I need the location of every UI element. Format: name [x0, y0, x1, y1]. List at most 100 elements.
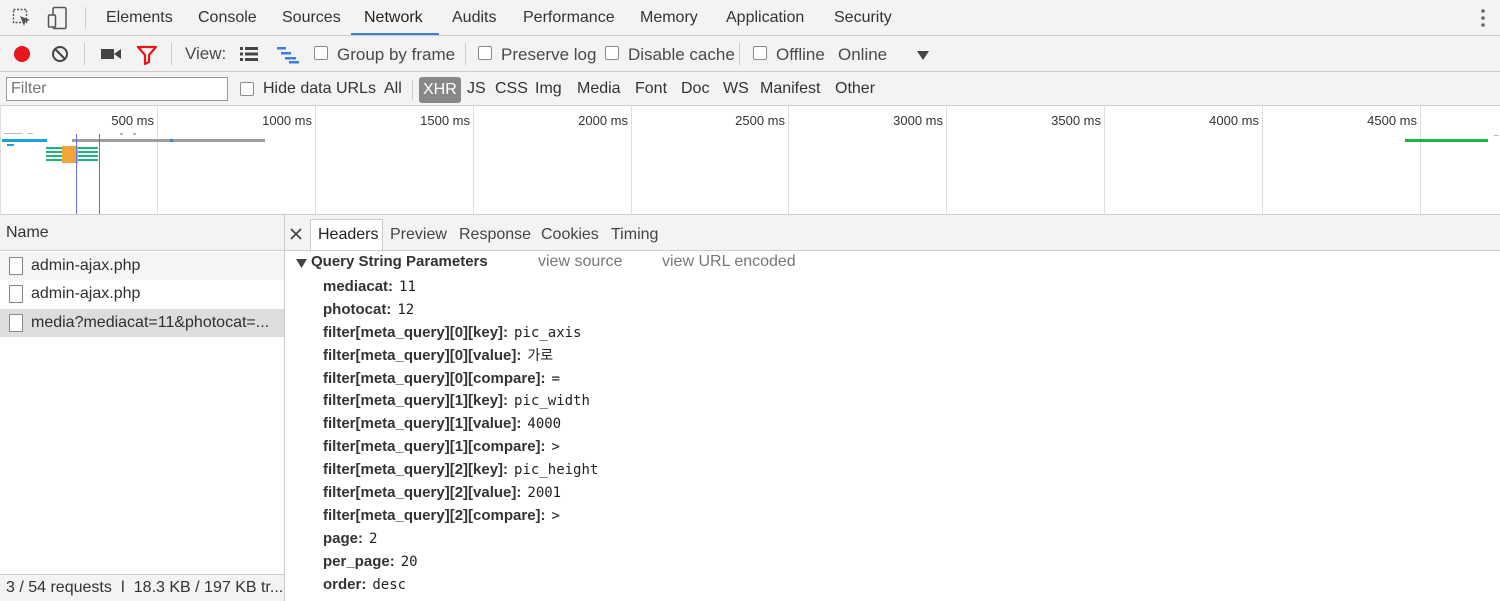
query-param: filter[meta_query][2][compare]: >	[323, 505, 560, 527]
timeline-bar	[72, 139, 265, 142]
inspect-element-icon[interactable]	[12, 8, 32, 28]
tab-preview[interactable]: Preview	[390, 218, 447, 252]
query-param: filter[meta_query][1][value]: 4000	[323, 413, 561, 435]
tab-console[interactable]: Console	[198, 0, 257, 35]
name-column-label: Name	[6, 224, 49, 241]
timeline-gridline	[0, 106, 1, 214]
timeline-bar	[28, 133, 33, 134]
timeline-bar	[120, 133, 123, 135]
param-value: >	[551, 439, 560, 455]
status-bar: 3 / 54 requests ǀ 18.3 KB / 197 KB tr...	[0, 575, 284, 601]
filter-type-media[interactable]: Media	[577, 72, 621, 106]
param-value: pic_width	[514, 393, 590, 409]
query-param: mediacat: 11	[323, 276, 416, 298]
filter-type-js[interactable]: JS	[467, 72, 486, 106]
device-toolbar-icon[interactable]	[47, 6, 69, 30]
tab-response[interactable]: Response	[459, 218, 531, 252]
filter-type-font[interactable]: Font	[635, 72, 667, 106]
request-name: media?mediacat=11&photocat=...	[31, 314, 270, 331]
timeline-bar	[1405, 139, 1488, 142]
tab-security[interactable]: Security	[834, 0, 892, 35]
filter-type-doc[interactable]: Doc	[681, 72, 709, 106]
timeline-gridline	[1262, 106, 1263, 214]
offline-checkbox[interactable]	[753, 46, 767, 60]
large-rows-icon[interactable]	[239, 46, 259, 62]
timeline-bar	[133, 133, 136, 135]
record-icon[interactable]	[12, 44, 32, 64]
tab-sources[interactable]: Sources	[282, 0, 341, 35]
tab-cookies[interactable]: Cookies	[541, 218, 599, 252]
param-value: 2	[369, 531, 378, 547]
filter-type-manifest[interactable]: Manifest	[760, 72, 820, 106]
view-url-encoded-link[interactable]: view URL encoded	[662, 252, 796, 272]
timeline-tick: 3500 ms	[1051, 113, 1101, 128]
dom-content-loaded-marker	[76, 134, 77, 214]
query-param: filter[meta_query][1][key]: pic_width	[323, 390, 590, 412]
group-by-frame-label[interactable]: Group by frame	[337, 45, 455, 65]
preserve-log-label[interactable]: Preserve log	[501, 45, 596, 65]
filter-type-xhr[interactable]: XHR	[419, 77, 461, 103]
param-key: filter[meta_query][2][compare]:	[323, 507, 546, 524]
filter-type-css[interactable]: CSS	[495, 72, 528, 106]
name-column-header[interactable]: Name	[0, 215, 284, 250]
tab-headers[interactable]: Headers	[318, 218, 378, 252]
query-param: filter[meta_query][2][value]: 2001	[323, 482, 561, 504]
close-icon[interactable]	[290, 227, 302, 240]
separator	[465, 43, 466, 65]
tab-application[interactable]: Application	[726, 0, 804, 35]
request-row[interactable]: admin-ajax.php	[0, 252, 284, 280]
tab-elements[interactable]: Elements	[106, 0, 173, 35]
param-value: 가로	[527, 348, 554, 364]
view-source-link[interactable]: view source	[538, 252, 622, 272]
collapse-triangle-icon[interactable]	[296, 256, 307, 268]
timeline-gridline	[473, 106, 474, 214]
section-title[interactable]: Query String Parameters	[311, 252, 488, 272]
query-param: per_page: 20	[323, 551, 418, 573]
param-value: 2001	[527, 485, 562, 501]
clear-icon[interactable]	[51, 45, 69, 63]
param-value: >	[551, 508, 560, 524]
chevron-down-icon[interactable]	[917, 48, 929, 60]
filter-icon[interactable]	[136, 45, 158, 66]
more-options-icon[interactable]	[1479, 7, 1487, 29]
filter-input[interactable]	[6, 77, 228, 101]
pane-splitter[interactable]	[284, 215, 285, 601]
filter-type-other[interactable]: Other	[835, 72, 875, 106]
param-key: filter[meta_query][1][compare]:	[323, 438, 546, 455]
param-key: filter[meta_query][0][value]:	[323, 347, 522, 364]
param-key: order:	[323, 576, 367, 593]
param-value: desc	[372, 577, 407, 593]
request-name: admin-ajax.php	[31, 285, 141, 302]
tab-performance[interactable]: Performance	[523, 0, 615, 35]
timeline-tick: 500 ms	[111, 113, 154, 128]
request-summary: 3 / 54 requests ǀ 18.3 KB / 197 KB tr...	[6, 579, 284, 596]
query-param: filter[meta_query][0][key]: pic_axis	[323, 322, 581, 344]
timeline-gridline	[157, 106, 158, 214]
request-row[interactable]: admin-ajax.php	[0, 280, 284, 308]
filter-type-img[interactable]: Img	[535, 72, 562, 106]
tab-memory[interactable]: Memory	[640, 0, 698, 35]
request-row-selected[interactable]: media?mediacat=11&photocat=...	[0, 309, 284, 337]
separator	[85, 7, 86, 29]
preserve-log-checkbox[interactable]	[478, 46, 492, 60]
separator	[84, 43, 85, 65]
overview-waterfall-icon[interactable]	[276, 46, 300, 64]
hide-data-urls-label[interactable]: Hide data URLs	[263, 72, 376, 106]
timeline-bar	[4, 133, 22, 134]
timeline-gridline	[788, 106, 789, 214]
tab-network[interactable]: Network	[364, 0, 423, 35]
divider	[285, 250, 1500, 251]
capture-screenshots-icon[interactable]	[100, 46, 122, 62]
filter-type-all[interactable]: All	[384, 72, 402, 106]
param-key: filter[meta_query][2][value]:	[323, 484, 522, 501]
offline-label[interactable]: Offline	[776, 45, 825, 65]
group-by-frame-checkbox[interactable]	[314, 46, 328, 60]
disable-cache-label[interactable]: Disable cache	[628, 45, 735, 65]
tab-audits[interactable]: Audits	[452, 0, 496, 35]
filter-type-ws[interactable]: WS	[723, 72, 749, 106]
hide-data-urls-checkbox[interactable]	[240, 82, 254, 96]
throttling-select[interactable]: Online	[838, 45, 887, 65]
param-key: page:	[323, 530, 364, 547]
tab-timing[interactable]: Timing	[611, 218, 658, 252]
disable-cache-checkbox[interactable]	[605, 46, 619, 60]
